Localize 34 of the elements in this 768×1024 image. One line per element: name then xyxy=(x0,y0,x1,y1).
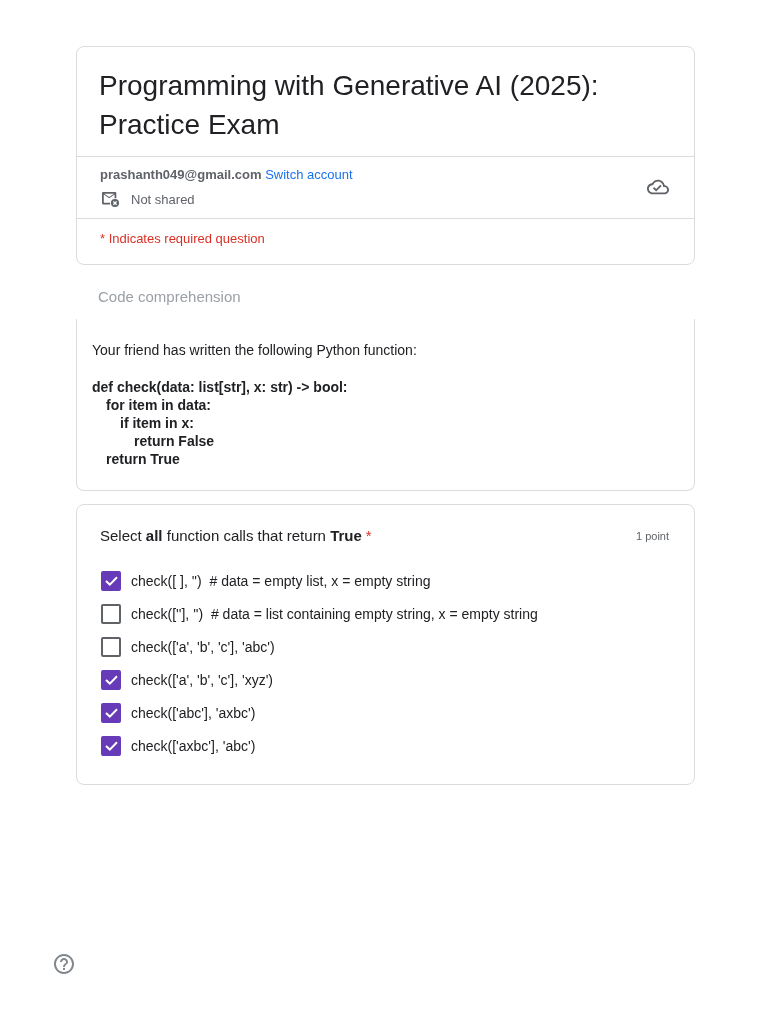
form-title: Programming with Generative AI (2025): Practice Exam xyxy=(99,69,600,142)
account-email: prashanth049@gmail.com xyxy=(100,167,262,182)
checkbox[interactable] xyxy=(101,735,121,756)
checkmark-icon xyxy=(104,575,118,586)
section-description: Your friend has written the following Python function: xyxy=(92,341,418,359)
checkbox[interactable] xyxy=(101,669,121,690)
section-title: Code comprehension xyxy=(98,288,242,306)
option-label: check(['axbc'], 'abc') xyxy=(131,736,256,755)
cloud-check-icon xyxy=(647,179,669,195)
code-line: return True xyxy=(106,450,181,468)
help-icon[interactable] xyxy=(54,954,74,974)
code-line: if item in x: xyxy=(120,414,195,432)
code-line: for item in data: xyxy=(106,396,212,414)
option-label: check([''], '') # data = list containing empty string, x = empty string xyxy=(131,604,538,623)
checkbox[interactable] xyxy=(101,636,121,657)
option-label: check(['a', 'b', 'c'], 'abc') xyxy=(131,637,275,656)
question-title: Select all function calls that return True xyxy=(100,526,362,546)
checkbox[interactable] xyxy=(101,702,121,723)
option-label: check([ ], '') # data = empty list, x = empty string xyxy=(131,571,431,590)
required-asterisk: * xyxy=(365,526,372,546)
code-line: return False xyxy=(134,432,216,450)
checkmark-icon xyxy=(104,707,118,718)
code-line: def check(data: list[str], x: str) -> bool: xyxy=(92,378,349,396)
switch-account-link[interactable]: Switch account xyxy=(265,167,353,182)
sharing-status: Not shared xyxy=(131,191,195,208)
checkbox[interactable] xyxy=(101,570,121,591)
checkmark-icon xyxy=(104,674,118,685)
required-note: * Indicates required question xyxy=(100,231,265,246)
points-label: 1 point xyxy=(635,530,669,542)
option-label: check(['abc'], 'axbc') xyxy=(131,703,256,722)
checkmark-icon xyxy=(104,740,118,751)
option-label: check(['a', 'b', 'c'], 'xyz') xyxy=(131,670,273,689)
checkbox[interactable] xyxy=(101,603,121,624)
envelope-x-icon xyxy=(101,191,120,208)
